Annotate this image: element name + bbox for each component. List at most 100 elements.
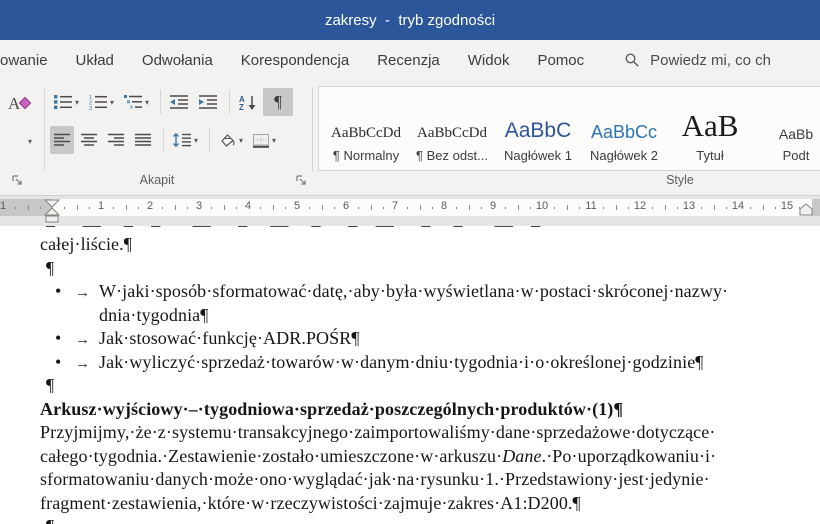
svg-text:A: A (8, 94, 21, 113)
tab-projektowanie-partial[interactable]: owanie (0, 52, 48, 69)
justify-button[interactable] (131, 126, 155, 154)
align-center-button[interactable] (77, 126, 101, 154)
button-separator (209, 128, 211, 152)
borders-dropdown-caret[interactable]: ▾ (272, 136, 276, 145)
tell-me-label: Powiedz mi, co ch (650, 51, 772, 69)
bullet-text: Jak·wyliczyć·sprzedaż·towarów·w·danym·dn… (99, 351, 704, 372)
style-item-podtytul[interactable]: AaBb Podt (753, 87, 820, 170)
line-spacing-icon (172, 132, 191, 148)
italic-word: Dane (502, 445, 542, 466)
ruler: 1 1 2 3 4 5 6 7 8 9 10 11 12 13 14 15 (0, 196, 820, 226)
borders-button[interactable]: ▾ (249, 126, 279, 154)
group-separator (44, 87, 45, 171)
shading-dropdown-caret[interactable]: ▾ (239, 136, 243, 145)
show-formatting-marks-button[interactable]: ¶ (263, 88, 294, 116)
bullet-list-dropdown-caret[interactable]: ▾ (75, 98, 79, 107)
line-spacing-button[interactable]: ▾ (169, 126, 201, 154)
bullet-item: • → Jak·stosować·funkcję·ADR.POŚR¶ (0, 327, 820, 351)
ribbon: A ▾ ▾ 123 ▾ ▾ A Z ¶ ▾ ▾ ▾ Akapit AaBbCcD… (0, 80, 820, 196)
style-item-normalny[interactable]: AaBbCcDd ¶ Normalny (323, 87, 409, 170)
dialog-launcher-icon (296, 175, 306, 185)
borders-icon (253, 133, 270, 148)
bullet-list-button[interactable]: ▾ (50, 88, 82, 116)
ruler-markers (43, 199, 813, 223)
bullet-text: Jak·stosować·funkcję·ADR.POŚR¶ (99, 328, 360, 348)
akapit-dialog-launcher[interactable] (296, 175, 307, 186)
document-page[interactable]: – — – – — – — – – — – – — – całej·liście… (0, 226, 820, 524)
button-separator (160, 90, 162, 114)
style-item-bez-odstepow[interactable]: AaBbCcDd ¶ Bez odst... (409, 87, 495, 170)
bullet-marker: • (55, 281, 62, 301)
tab-recenzja[interactable]: Recenzja (377, 52, 440, 69)
dialog-launcher-icon (12, 175, 22, 185)
hanging-indent-marker[interactable] (43, 207, 61, 216)
sort-icon: AZ (239, 95, 256, 111)
decrease-indent-button[interactable] (166, 88, 192, 116)
tab-widok[interactable]: Widok (468, 52, 510, 69)
bullet-marker: • (55, 351, 62, 372)
font-color-dropdown-caret[interactable]: ▾ (28, 137, 32, 146)
right-indent-marker[interactable] (799, 203, 813, 216)
svg-text:3: 3 (89, 106, 92, 110)
font-dialog-launcher[interactable] (12, 175, 23, 186)
search-icon (625, 53, 639, 67)
tab-pomoc[interactable]: Pomoc (537, 52, 584, 69)
numbered-list-dropdown-caret[interactable]: ▾ (110, 98, 114, 107)
clear-formatting-button[interactable]: A (4, 89, 36, 117)
akapit-row-1: ▾ 123 ▾ ▾ A Z ¶ (50, 87, 296, 117)
bullet-item: • → Jak·wyliczyć·sprzedaż·towarów·w·danym·… (0, 351, 820, 375)
tab-korespondencja[interactable]: Korespondencja (241, 52, 349, 69)
style-preview: AaBbCcDd (417, 125, 487, 141)
ribbon-tab-row: owanie Układ Odwołania Korespondencja Re… (0, 40, 820, 80)
style-label: ¶ Normalny (332, 148, 400, 163)
style-label: Tytuł (696, 148, 724, 163)
numbered-list-button[interactable]: 123 ▾ (85, 88, 117, 116)
style-gallery: AaBbCcDd ¶ Normalny AaBbCcDd ¶ Bez odst.… (318, 86, 820, 171)
style-label: Nagłówek 1 (504, 148, 572, 163)
document-heading: Arkusz·wyjściowy·–·tygodniowa·sprzedaż·p… (40, 398, 624, 419)
document-line: całej·liście.¶ (40, 234, 133, 254)
first-line-indent-marker[interactable] (43, 199, 61, 208)
align-left-button[interactable] (50, 126, 74, 154)
align-left-icon (54, 133, 70, 146)
bullet-list-icon (54, 95, 72, 109)
multilevel-list-button[interactable]: ▾ (120, 88, 152, 116)
svg-text:Z: Z (239, 103, 244, 111)
clipped-text-line: – — – – — – — – – — – – — – (0, 226, 820, 233)
justify-icon (135, 133, 151, 146)
style-group-label: Style (666, 173, 694, 187)
akapit-group-label: Akapit (139, 173, 175, 187)
line-segment: całego·tygodnia.·Zestawienie·zostało·umi… (40, 445, 503, 466)
trailing-pilcrow: ¶ (0, 515, 820, 524)
style-label: Podt (782, 148, 810, 163)
pilcrow-icon: ¶ (274, 92, 282, 111)
align-center-icon (81, 133, 97, 146)
style-item-naglowek-2[interactable]: AaBbCc Nagłówek 2 (581, 87, 667, 170)
line-segment: .·Po·uporządkowaniu·i· (541, 445, 717, 466)
increase-indent-button[interactable] (195, 88, 221, 116)
left-indent-marker[interactable] (45, 215, 59, 223)
sort-button[interactable]: AZ (235, 88, 260, 116)
line-spacing-dropdown-caret[interactable]: ▾ (194, 136, 198, 145)
akapit-row-2: ▾ ▾ ▾ (50, 125, 282, 155)
document-line: sformatowaniu·danych·może·ono·wyglądać·j… (40, 469, 710, 489)
multilevel-list-dropdown-caret[interactable]: ▾ (145, 98, 149, 107)
align-right-button[interactable] (104, 126, 128, 154)
button-separator (163, 128, 164, 152)
style-preview: AaBbCc (590, 122, 658, 142)
tab-uklad[interactable]: Układ (76, 52, 114, 69)
style-item-naglowek-1[interactable]: AaBbC Nagłówek 1 (495, 87, 581, 170)
window-title: zakresy - tryb zgodności (324, 11, 496, 29)
bullet-text: W·jaki·sposób·sformatować·datę,·aby·była… (99, 281, 729, 301)
style-preview: AaB (681, 108, 739, 143)
shading-button[interactable]: ▾ (215, 126, 246, 154)
tab-arrow-mark: → (75, 355, 91, 372)
document-line: fragment·zestawienia,·które·w·rzeczywist… (40, 492, 581, 513)
multilevel-list-icon (124, 95, 143, 109)
tell-me-search[interactable]: Powiedz mi, co ch (624, 52, 771, 69)
style-item-tytul[interactable]: AaB Tytuł (667, 87, 753, 170)
tab-odwolania[interactable]: Odwołania (142, 52, 213, 69)
style-preview: AaBb (778, 126, 814, 142)
title-bar: zakresy - tryb zgodności (0, 0, 820, 40)
increase-indent-icon (199, 95, 218, 109)
